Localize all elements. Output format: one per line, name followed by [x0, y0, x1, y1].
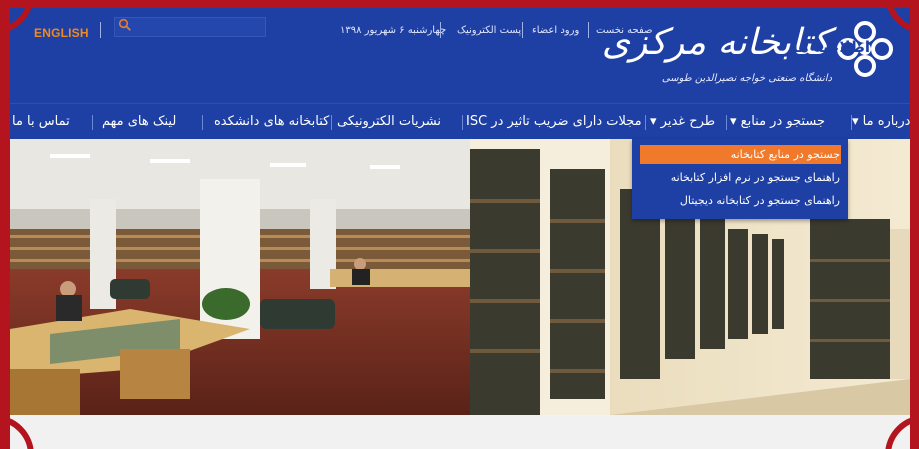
nav-item-faculty-libraries[interactable]: کتابخانه های دانشکده — [214, 114, 329, 129]
search-input[interactable] — [114, 17, 266, 37]
search-icon[interactable] — [118, 18, 132, 32]
divider — [588, 22, 589, 38]
nav-divider — [462, 115, 463, 130]
nav-item-about[interactable]: درباره ما ▾ — [852, 114, 910, 129]
dropdown-item-library-search[interactable]: جستجو در منابع کتابخانه — [731, 148, 840, 161]
divider — [522, 22, 523, 38]
nav-divider — [202, 115, 203, 130]
nav-divider — [331, 115, 332, 130]
dropdown-item-software-guide[interactable]: راهنمای جستجو در نرم افزار کتابخانه — [671, 171, 840, 184]
divider — [440, 22, 441, 38]
header: ENGLISH چهارشنبه ۶ شهریور ۱۳۹۸ پست الکتر… — [10, 8, 910, 103]
nav-divider — [726, 115, 727, 130]
toplink-login[interactable]: ورود اعضاء — [532, 25, 579, 36]
dropdown-item-digital-guide[interactable]: راهنمای جستجو در کتابخانه دیجیتال — [680, 194, 840, 207]
logo-subtitle: دانشگاه صنعتی خواجه نصیرالدین طوسی — [661, 73, 832, 84]
search-resources-dropdown: جستجو در منابع کتابخانه راهنمای جستجو در… — [632, 139, 848, 219]
nav-item-isc-journals[interactable]: مجلات دارای ضریب تاثیر در ISC — [466, 114, 642, 129]
nav-item-ejournals[interactable]: نشریات الکترونیکی — [337, 114, 441, 129]
nav-item-ghadir[interactable]: طرح غدیر ▾ — [650, 114, 715, 129]
section-title: اطلاعیه ها — [792, 38, 870, 56]
nav-item-links[interactable]: لینک های مهم — [102, 114, 176, 129]
toplink-email[interactable]: پست الکترونیک — [457, 25, 521, 36]
english-link[interactable]: ENGLISH — [34, 26, 89, 40]
content-area — [10, 415, 910, 449]
nav-item-search-resources[interactable]: جستجو در منابع ▾ — [730, 114, 825, 129]
current-date: چهارشنبه ۶ شهریور ۱۳۹۸ — [340, 25, 447, 36]
nav-divider — [92, 115, 93, 130]
nav-divider — [645, 115, 646, 130]
page: ENGLISH چهارشنبه ۶ شهریور ۱۳۹۸ پست الکتر… — [10, 8, 910, 449]
divider — [100, 22, 101, 38]
main-nav: تماس با ما لینک های مهم کتابخانه های دان… — [10, 103, 910, 139]
nav-item-contact[interactable]: تماس با ما — [12, 114, 70, 129]
